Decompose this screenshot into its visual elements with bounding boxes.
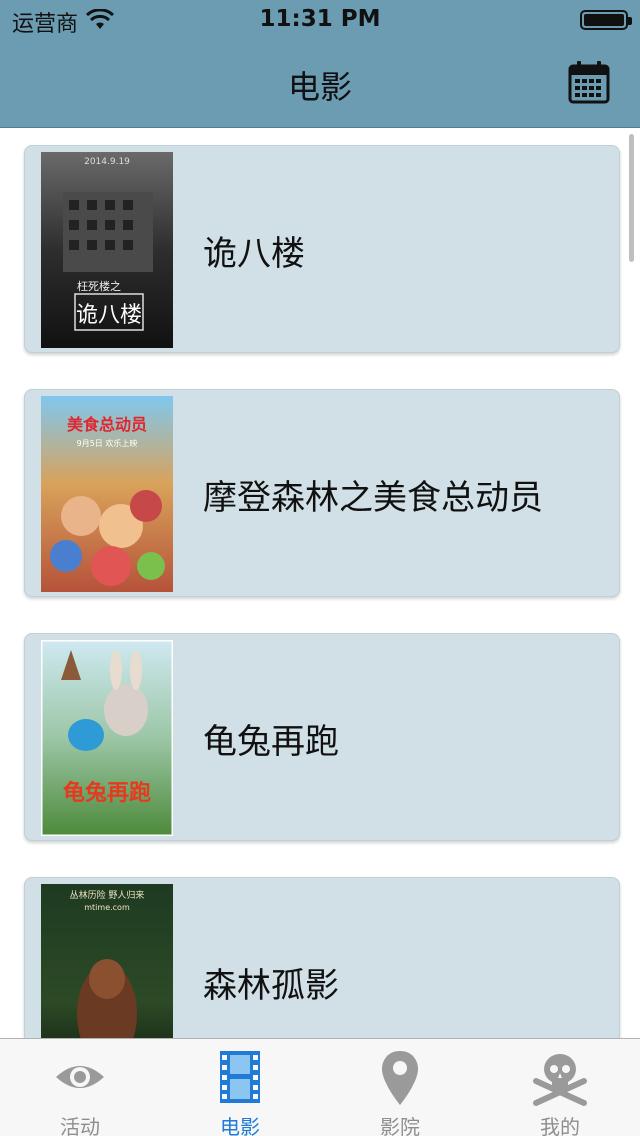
tab-movies[interactable]: 电影 (160, 1039, 320, 1136)
movie-poster: 龟兔再跑 (41, 640, 173, 836)
poster-date: 9月5日 欢乐上映 (77, 438, 138, 448)
movie-list[interactable]: 2014.9.19 枉死楼之 诡八楼 诡八楼 美食总动员 9月5日 欢乐上映 摩… (0, 128, 640, 1038)
movie-card[interactable]: 丛林历险 野人归来 mtime.com 森林孤影 (24, 877, 620, 1038)
tab-label: 电影 (220, 1115, 260, 1136)
tab-label: 我的 (540, 1115, 580, 1136)
tab-mine[interactable]: 我的 (480, 1039, 640, 1136)
status-time: 11:31 PM (259, 6, 381, 32)
location-pin-icon (382, 1051, 418, 1105)
movie-card[interactable]: 2014.9.19 枉死楼之 诡八楼 诡八楼 (24, 145, 620, 353)
status-bar: 运营商 11:31 PM (0, 0, 640, 40)
movie-poster: 2014.9.19 枉死楼之 诡八楼 (41, 152, 173, 348)
movie-card[interactable]: 美食总动员 9月5日 欢乐上映 摩登森林之美食总动员 (24, 389, 620, 597)
poster-title: 龟兔再跑 (63, 780, 151, 806)
poster-title: 诡八楼 (76, 303, 142, 328)
calendar-icon[interactable] (568, 60, 610, 104)
skull-crossbones-icon (533, 1054, 587, 1106)
tab-cinemas[interactable]: 影院 (320, 1039, 480, 1136)
page-title: 电影 (287, 68, 352, 106)
poster-date: 2014.9.19 (84, 157, 130, 167)
movie-poster: 美食总动员 9月5日 欢乐上映 (41, 396, 173, 592)
scrollbar[interactable] (629, 134, 634, 262)
tab-bar: 活动 电影 影院 我的 (0, 1038, 640, 1136)
battery-icon (580, 10, 632, 30)
tab-label: 活动 (60, 1115, 100, 1136)
tab-label: 影院 (380, 1115, 420, 1136)
movie-title: 森林孤影 (203, 965, 339, 1006)
poster-tagline: 丛林历险 野人归来 (70, 889, 145, 901)
poster-site: mtime.com (84, 903, 130, 912)
tab-activities[interactable]: 活动 (0, 1039, 160, 1136)
film-icon (220, 1051, 260, 1103)
poster-title: 美食总动员 (67, 415, 147, 434)
movie-card[interactable]: 龟兔再跑 龟兔再跑 (24, 633, 620, 841)
poster-subtitle: 枉死楼之 (77, 279, 121, 293)
movie-poster: 丛林历险 野人归来 mtime.com (41, 884, 173, 1038)
movie-title: 摩登森林之美食总动员 (203, 477, 543, 518)
eye-icon (56, 1066, 104, 1088)
header: 运营商 11:31 PM 电影 (0, 0, 640, 128)
movie-title: 诡八楼 (203, 233, 305, 274)
movie-title: 龟兔再跑 (203, 721, 339, 762)
